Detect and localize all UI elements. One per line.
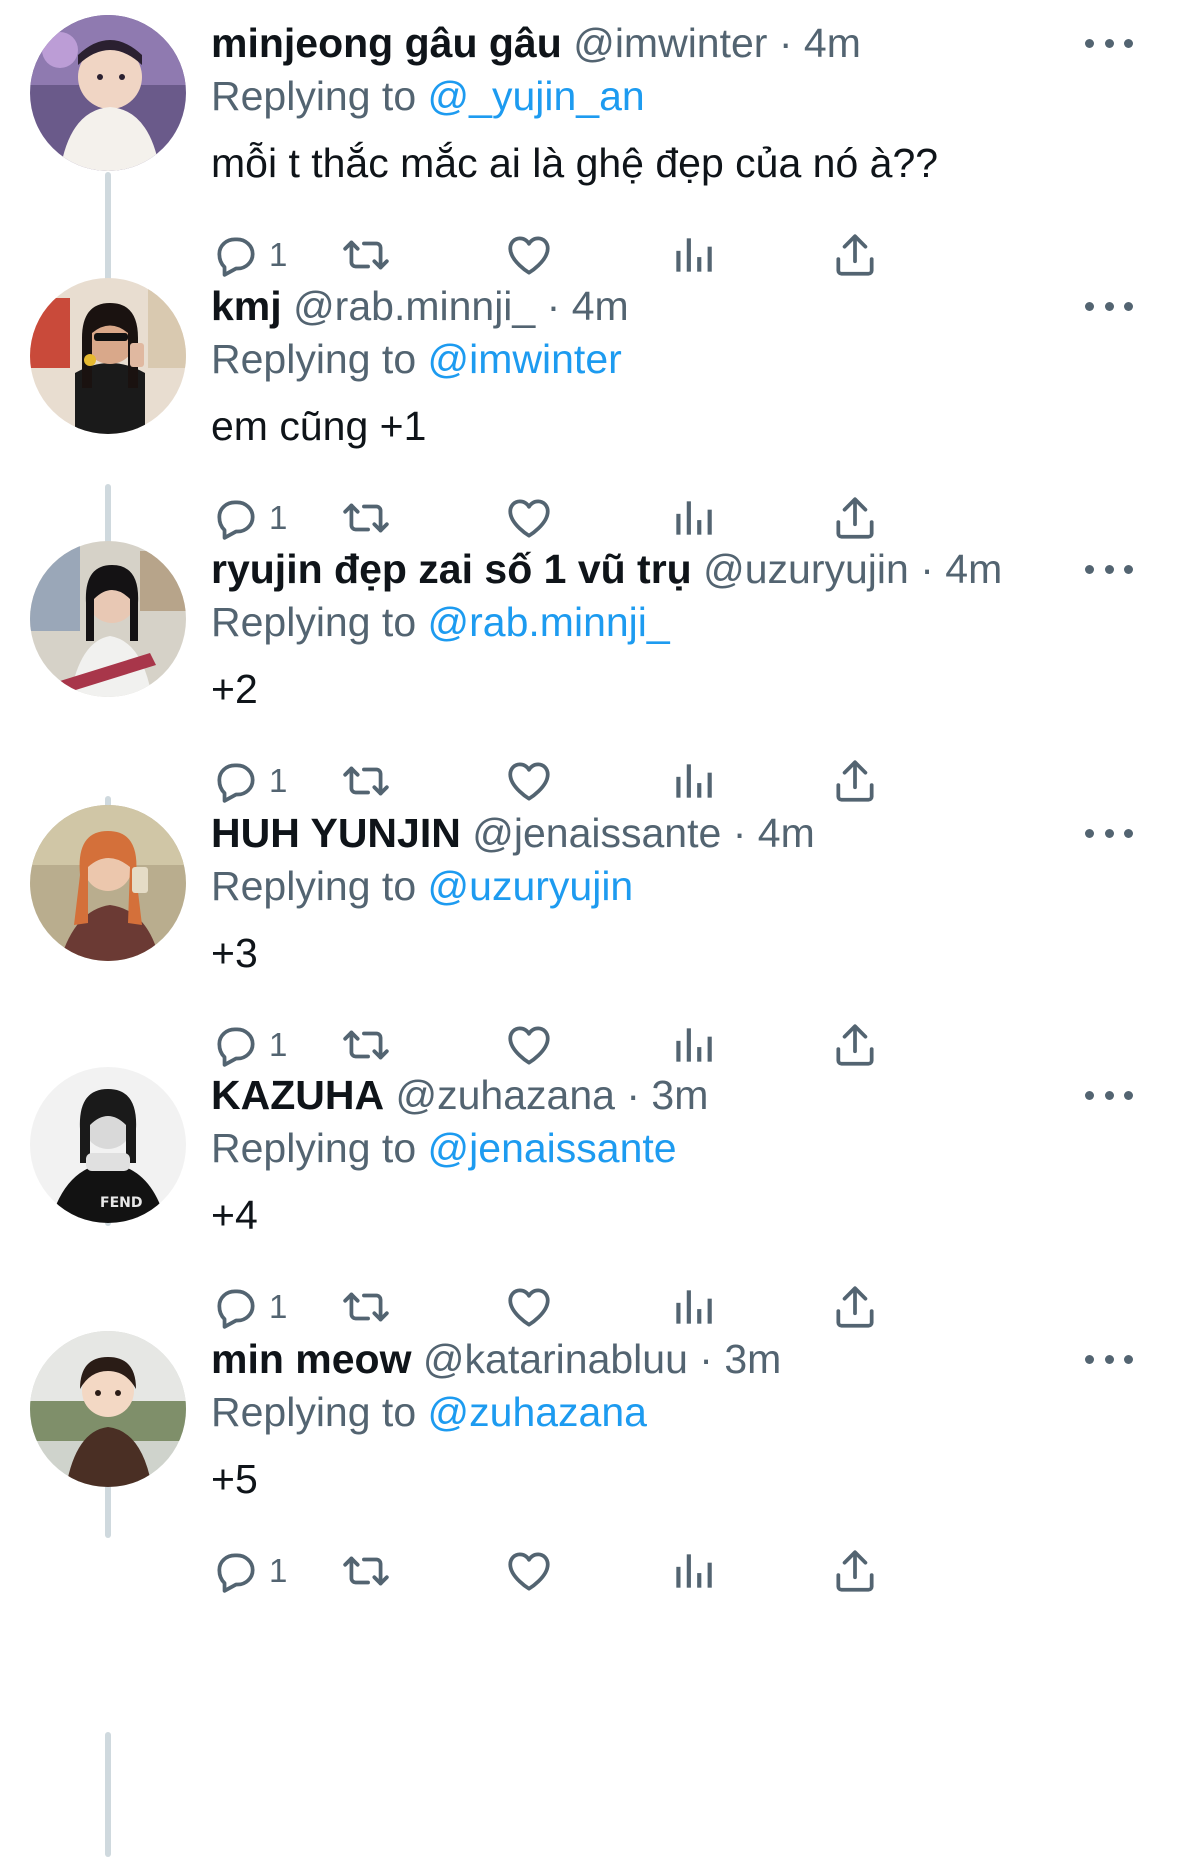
more-options-button[interactable] xyxy=(1085,818,1133,848)
timestamp[interactable]: 3m xyxy=(724,1336,781,1382)
replying-to-label: Replying to xyxy=(211,599,417,645)
avatar[interactable] xyxy=(30,541,186,697)
more-options-button[interactable] xyxy=(1085,1344,1133,1374)
tweet-text: +3 xyxy=(211,930,258,976)
ellipsis-icon xyxy=(1085,1354,1094,1364)
user-handle[interactable]: @uzuryujin xyxy=(703,546,909,592)
reply-count: 1 xyxy=(269,1552,288,1589)
tweet-header: KAZUHA @zuhazana · 3m xyxy=(211,1070,708,1120)
replying-to-handle[interactable]: @zuhazana xyxy=(428,1389,647,1435)
more-options-button[interactable] xyxy=(1085,554,1133,584)
avatar[interactable] xyxy=(30,1331,186,1487)
retweet-icon xyxy=(343,1556,389,1586)
replying-to-handle[interactable]: @rab.minnji_ xyxy=(428,599,670,645)
tweet-header: minjeong gâu gâu @imwinter · 4m xyxy=(211,18,861,68)
replying-to-handle[interactable]: @uzuryujin xyxy=(428,863,634,909)
views-button[interactable] xyxy=(668,1541,718,1601)
display-name[interactable]: min meow xyxy=(211,1336,411,1382)
tweet-text: em cũng +1 xyxy=(211,403,427,449)
timestamp[interactable]: 4m xyxy=(758,810,815,856)
ellipsis-icon xyxy=(1085,564,1094,574)
timestamp[interactable]: 3m xyxy=(651,1072,708,1118)
tweet-actions: 1 xyxy=(211,1541,1051,1601)
avatar[interactable]: FEND xyxy=(30,1067,186,1223)
replying-to-label: Replying to xyxy=(211,73,417,119)
ellipsis-icon xyxy=(1085,828,1094,838)
timestamp[interactable]: 4m xyxy=(572,283,629,329)
thread-line xyxy=(105,1732,111,1857)
display-name[interactable]: kmj xyxy=(211,283,282,329)
more-options-button[interactable] xyxy=(1085,1080,1133,1110)
replying-to-label: Replying to xyxy=(211,1125,417,1171)
like-button[interactable] xyxy=(504,1541,554,1601)
tweet-text: +4 xyxy=(211,1192,258,1238)
more-options-button[interactable] xyxy=(1085,291,1133,321)
ellipsis-icon xyxy=(1085,301,1094,311)
tweet-text: +5 xyxy=(211,1456,258,1502)
replying-to-handle[interactable]: @_yujin_an xyxy=(428,73,645,119)
replying-to-label: Replying to xyxy=(211,1389,417,1435)
replying-to-handle[interactable]: @jenaissante xyxy=(428,1125,677,1171)
user-handle[interactable]: @imwinter xyxy=(573,20,767,66)
tweet-text: +2 xyxy=(211,666,258,712)
separator-dot: · xyxy=(626,1072,640,1118)
avatar[interactable] xyxy=(30,15,186,171)
heart-icon xyxy=(508,1552,550,1591)
tweet-text: mỗi t thắc mắc ai là ghệ đẹp của nó à?? xyxy=(211,140,939,186)
tweet-header: HUH YUNJIN @jenaissante · 4m xyxy=(211,808,815,858)
retweet-button[interactable] xyxy=(341,1541,391,1601)
replying-to-label: Replying to xyxy=(211,336,417,382)
display-name[interactable]: KAZUHA xyxy=(211,1072,384,1118)
avatar[interactable] xyxy=(30,805,186,961)
user-handle[interactable]: @katarinabluu xyxy=(423,1336,688,1382)
bar-chart-icon xyxy=(676,1554,712,1588)
replying-to: Replying to @rab.minnji_ xyxy=(211,596,670,648)
separator-dot: · xyxy=(732,810,747,856)
tweet[interactable]: min meow @katarinabluu · 3m Replying to … xyxy=(0,1316,1179,1628)
display-name[interactable]: minjeong gâu gâu xyxy=(211,20,562,66)
separator-dot: · xyxy=(699,1336,713,1382)
display-name[interactable]: ryujin đẹp zai số 1 vũ trụ xyxy=(211,546,692,592)
speech-bubble-icon xyxy=(217,1553,255,1593)
share-upload-icon xyxy=(836,1550,874,1592)
replying-to: Replying to @jenaissante xyxy=(211,1122,677,1174)
user-handle[interactable]: @rab.minnji_ xyxy=(293,283,535,329)
user-handle[interactable]: @zuhazana xyxy=(396,1072,615,1118)
replying-to: Replying to @imwinter xyxy=(211,333,622,385)
replying-to: Replying to @uzuryujin xyxy=(211,860,633,912)
user-handle[interactable]: @jenaissante xyxy=(472,810,721,856)
separator-dot: · xyxy=(920,546,934,592)
display-name[interactable]: HUH YUNJIN xyxy=(211,810,461,856)
replying-to-handle[interactable]: @imwinter xyxy=(428,336,622,382)
tweet-header: min meow @katarinabluu · 3m xyxy=(211,1334,781,1384)
replying-to-label: Replying to xyxy=(211,863,417,909)
replying-to: Replying to @_yujin_an xyxy=(211,70,645,122)
tweet-header: kmj @rab.minnji_ · 4m xyxy=(211,281,629,331)
separator-dot: · xyxy=(546,283,561,329)
separator-dot: · xyxy=(778,20,793,66)
replying-to: Replying to @zuhazana xyxy=(211,1386,647,1438)
timestamp[interactable]: 4m xyxy=(804,20,861,66)
more-options-button[interactable] xyxy=(1085,28,1133,58)
ellipsis-icon xyxy=(1085,1090,1094,1100)
reply-button[interactable]: 1 xyxy=(211,1541,287,1601)
avatar[interactable] xyxy=(30,278,186,434)
tweet-header: ryujin đẹp zai số 1 vũ trụ @uzuryujin · … xyxy=(211,544,1002,594)
svg-text:FEND: FEND xyxy=(100,1195,142,1211)
ellipsis-icon xyxy=(1085,38,1094,48)
share-button[interactable] xyxy=(830,1541,880,1601)
timestamp[interactable]: 4m xyxy=(945,546,1002,592)
